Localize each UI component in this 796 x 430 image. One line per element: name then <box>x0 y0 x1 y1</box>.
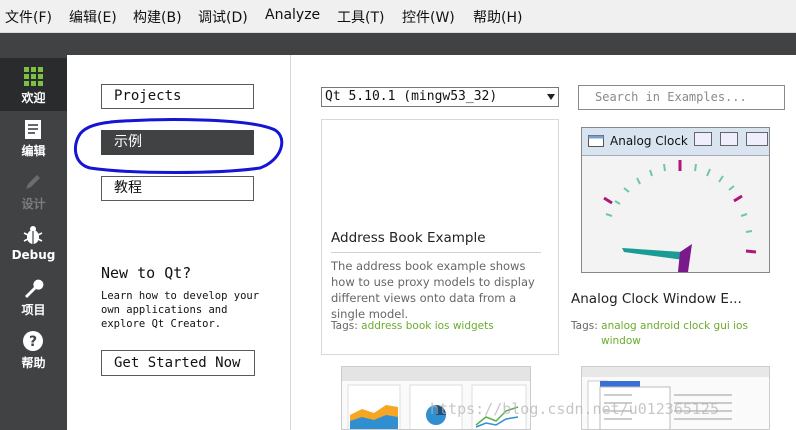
mode-label: 编辑 <box>21 144 46 158</box>
mode-label: 帮助 <box>21 356 46 370</box>
menu-tools[interactable]: 工具(T) <box>337 7 384 27</box>
document-icon <box>25 120 41 139</box>
tag-link[interactable]: gui <box>714 320 730 332</box>
mode-projects[interactable]: 项目 <box>0 270 67 323</box>
mode-label: 项目 <box>21 303 46 317</box>
menu-debug[interactable]: 调试(D) <box>198 7 248 27</box>
thumbnail-window-title: Analog Clock <box>610 134 688 148</box>
tags-label: Tags: <box>331 320 358 332</box>
maximize-icon <box>720 132 738 146</box>
menu-build[interactable]: 构建(B) <box>133 7 182 27</box>
example-description: The address book example shows how to us… <box>331 259 535 321</box>
blog-watermark: https://blog.csdn.net/u012365125 <box>430 400 719 418</box>
mode-label: 设计 <box>21 197 46 211</box>
grid-icon <box>24 67 43 86</box>
annotation-circle <box>73 118 284 174</box>
get-started-button[interactable]: Get Started Now <box>101 350 255 376</box>
mode-design[interactable]: 设计 <box>0 164 67 217</box>
top-dark-bar <box>0 33 796 55</box>
tag-link[interactable]: address <box>361 320 402 332</box>
tag-link[interactable]: ios <box>435 320 450 332</box>
mode-sidebar: 欢迎 编辑 设计 Debug 项目 ? 帮助 <box>0 55 67 430</box>
qt-version-value: Qt 5.10.1 (mingw53_32) <box>325 89 498 104</box>
tag-link[interactable]: book <box>406 320 432 332</box>
menu-help[interactable]: 帮助(H) <box>473 7 522 27</box>
help-icon: ? <box>23 331 43 351</box>
mode-label: Debug <box>11 248 56 262</box>
nav-tutorials-button[interactable]: 教程 <box>101 176 254 201</box>
search-examples-input[interactable]: Search in Examples... <box>578 85 785 110</box>
tag-link[interactable]: android <box>640 320 680 332</box>
example-tags: Tags: analog android clock gui ios windo… <box>571 319 776 349</box>
window-app-icon <box>588 135 604 147</box>
mode-welcome[interactable]: 欢迎 <box>0 58 67 111</box>
bug-icon <box>23 226 43 244</box>
mode-help[interactable]: ? 帮助 <box>0 323 67 376</box>
example-thumbnail-charts[interactable] <box>341 366 531 430</box>
thumbnail-titlebar: Analog Clock <box>582 128 769 156</box>
minimize-icon <box>694 132 712 146</box>
tags-label: Tags: <box>571 320 598 332</box>
charts-preview-image <box>342 367 530 429</box>
pencil-icon <box>26 175 40 189</box>
analog-clock-face <box>603 160 757 272</box>
nav-projects-button[interactable]: Projects <box>101 84 254 109</box>
new-to-qt-text: Learn how to develop your own applicatio… <box>101 290 260 330</box>
tag-link[interactable]: widgets <box>453 320 494 332</box>
tag-link[interactable]: ios <box>733 320 748 332</box>
svg-text:?: ? <box>29 334 37 350</box>
qt-version-select[interactable]: Qt 5.10.1 (mingw53_32) <box>321 87 559 107</box>
tag-link[interactable]: clock <box>683 320 710 332</box>
tag-link[interactable]: window <box>601 335 641 347</box>
mode-debug[interactable]: Debug <box>0 217 67 270</box>
example-title: Analog Clock Window E... <box>571 291 742 307</box>
mode-label: 欢迎 <box>21 91 46 105</box>
tag-link[interactable]: analog <box>601 320 637 332</box>
wrench-icon <box>25 279 44 298</box>
menu-widgets[interactable]: 控件(W) <box>402 7 455 27</box>
chevron-down-icon <box>547 94 555 100</box>
example-thumbnail-analog-clock[interactable]: Analog Clock <box>581 127 770 273</box>
mode-edit[interactable]: 编辑 <box>0 111 67 164</box>
close-icon <box>746 132 768 146</box>
tree-model-preview-image <box>582 367 769 429</box>
example-tags: Tags: address book ios widgets <box>331 319 546 334</box>
menu-edit[interactable]: 编辑(E) <box>69 7 117 27</box>
new-to-qt-heading: New to Qt? <box>101 264 192 282</box>
example-title: Address Book Example <box>331 230 486 246</box>
menu-file[interactable]: 文件(F) <box>5 7 52 27</box>
menu-bar: 文件(F) 编辑(E) 构建(B) 调试(D) Analyze 工具(T) 控件… <box>0 0 796 33</box>
card-divider <box>331 252 541 253</box>
example-thumbnail-tree-model[interactable] <box>581 366 770 430</box>
menu-analyze[interactable]: Analyze <box>265 7 320 23</box>
